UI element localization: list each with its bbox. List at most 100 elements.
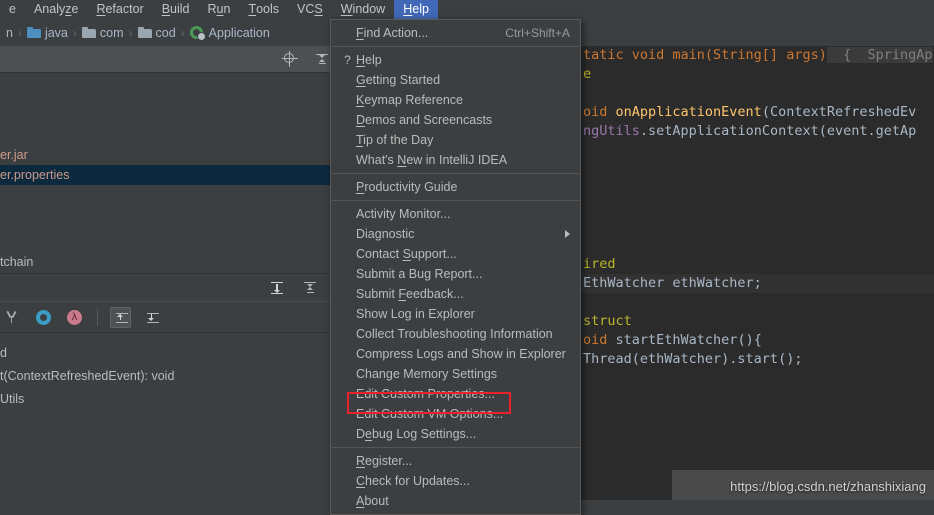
- menu-item-compress-logs-and-show-in-explorer[interactable]: Compress Logs and Show in Explorer: [331, 344, 580, 364]
- menubar-item-vcs[interactable]: VC S: [288, 0, 332, 19]
- breadcrumb-label: cod: [155, 25, 176, 40]
- menu-item-diagnostic[interactable]: Diagnostic: [331, 224, 580, 244]
- breadcrumb-separator: ›: [180, 25, 185, 40]
- menu-item-debug-log-settings[interactable]: Debug Log Settings...: [331, 424, 580, 444]
- breadcrumb-item-java[interactable]: java: [26, 26, 68, 40]
- menu-item-show-log-in-explorer[interactable]: Show Log in Explorer: [331, 304, 580, 324]
- project-panel-toolbar: [0, 46, 342, 73]
- code-editor[interactable]: tatic void main(String[] args) { SpringA…: [580, 46, 934, 500]
- menu-item-about[interactable]: About: [331, 491, 580, 511]
- structure-panel: tchain λ d t(ContextRefreshedEvent): voi…: [0, 251, 330, 500]
- menubar-item-refactor[interactable]: Refactor: [87, 0, 152, 19]
- menu-item-tip-of-the-day[interactable]: Tip of the Day: [331, 130, 580, 150]
- menu-item-label: What's New in IntelliJ IDEA: [356, 153, 508, 167]
- breadcrumb-separator: ›: [17, 25, 22, 40]
- menu-item-help[interactable]: ? Help: [331, 50, 580, 70]
- menu-item-label: Register...: [356, 454, 413, 468]
- menu-item-edit-custom-vm-options[interactable]: Edit Custom VM Options...: [331, 404, 580, 424]
- menu-item-label: Compress Logs and Show in Explorer: [356, 347, 566, 361]
- menu-item-activity-monitor[interactable]: Activity Monitor...: [331, 204, 580, 224]
- list-item[interactable]: er.properties: [0, 165, 330, 185]
- project-panel: er.jar er.properties: [0, 46, 342, 251]
- expand-all-icon[interactable]: [110, 306, 131, 328]
- menu-item-collect-troubleshooting-information[interactable]: Collect Troubleshooting Information: [331, 324, 580, 344]
- structure-panel-toolbar: λ: [0, 302, 330, 333]
- menu-item-submit-a-bug-report[interactable]: Submit a Bug Report...: [331, 264, 580, 284]
- menu-item-label: Edit Custom Properties...: [356, 387, 495, 401]
- menu-item-label: Check for Updates...: [356, 474, 470, 488]
- help-dropdown-menu[interactable]: Find Action... Ctrl+Shift+A ? Help Getting S…: [330, 19, 581, 515]
- structure-tree[interactable]: d t(ContextRefreshedEvent): void Utils: [0, 333, 330, 410]
- interface-icon[interactable]: [33, 307, 54, 328]
- menu-item-submit-feedback[interactable]: Submit Feedback...: [331, 284, 580, 304]
- code-line: oid onApplicationEvent(ContextRefreshedE…: [583, 104, 917, 120]
- menu-item-label: Show Log in Explorer: [356, 307, 475, 321]
- menu-item-label: Find Action...: [356, 26, 429, 40]
- menubar-item-tools[interactable]: Tools: [239, 0, 288, 19]
- code-line: tatic void main(String[] args) { SpringA…: [583, 47, 933, 63]
- lambda-icon[interactable]: λ: [64, 307, 85, 328]
- menu-item-keymap-reference[interactable]: Keymap Reference: [331, 90, 580, 110]
- menubar-item-run[interactable]: Run: [199, 0, 240, 19]
- chevron-right-icon: [565, 230, 570, 238]
- collapse-all-icon[interactable]: [302, 280, 318, 296]
- menu-item-label: Productivity Guide: [356, 180, 458, 194]
- menu-item-label: Contact Support...: [356, 247, 457, 261]
- list-item[interactable]: d: [0, 341, 330, 364]
- menu-item-label: Change Memory Settings: [356, 367, 498, 381]
- list-item[interactable]: Utils: [0, 387, 330, 410]
- menu-item-what-s-new-in-intellij-idea[interactable]: What's New in IntelliJ IDEA: [331, 150, 580, 170]
- project-tree[interactable]: er.jar er.properties: [0, 73, 330, 251]
- collapse-all-icon-2[interactable]: [141, 307, 162, 328]
- breadcrumb-item-n[interactable]: n: [2, 26, 13, 40]
- collapse-all-icon[interactable]: [314, 51, 330, 67]
- structure-panel-tab[interactable]: tchain: [0, 251, 330, 274]
- menu-item-label: Activity Monitor...: [356, 207, 451, 221]
- menu-item-edit-custom-properties[interactable]: Edit Custom Properties...: [331, 384, 580, 404]
- menu-item-check-for-updates[interactable]: Check for Updates...: [331, 471, 580, 491]
- menubar-item-analyze[interactable]: Analy z e: [25, 0, 87, 19]
- menu-item-find-action[interactable]: Find Action... Ctrl+Shift+A: [331, 23, 580, 43]
- folder-icon: [81, 27, 96, 38]
- folder-icon: [26, 27, 41, 38]
- menu-item-demos-and-screencasts[interactable]: Demos and Screencasts: [331, 110, 580, 130]
- target-crosshair-icon[interactable]: [282, 51, 298, 67]
- list-item[interactable]: er.jar: [0, 145, 330, 165]
- ide-window: e Analy z e Refactor Build Ru n Tools VC S Window He…: [0, 0, 934, 515]
- menu-item-productivity-guide[interactable]: Productivity Guide: [331, 177, 580, 197]
- breadcrumb-separator: ›: [72, 25, 77, 40]
- breadcrumb-label: com: [99, 25, 124, 40]
- breadcrumb-item-cod[interactable]: cod: [137, 25, 176, 40]
- show-inherited-icon[interactable]: [2, 307, 23, 328]
- menu-item-label: Getting Started: [356, 73, 441, 87]
- editor-code: tatic void main(String[] args) { SpringA…: [580, 46, 934, 369]
- menu-item-label: Collect Troubleshooting Information: [356, 327, 553, 341]
- menubar-item-help[interactable]: Help: [394, 0, 438, 19]
- breadcrumb-item-application[interactable]: Application: [189, 25, 270, 41]
- menu-item-label: Submit a Bug Report...: [356, 267, 483, 281]
- code-line: oid startEthWatcher(){: [583, 332, 762, 348]
- code-line: ired: [583, 256, 616, 272]
- sort-alpha-icon[interactable]: [270, 281, 284, 295]
- menu-item-label: Keymap Reference: [356, 93, 464, 107]
- list-item[interactable]: t(ContextRefreshedEvent): void: [0, 364, 330, 387]
- menubar-item-e[interactable]: e: [0, 0, 25, 19]
- structure-tab-label: tchain: [0, 255, 34, 269]
- menu-item-register[interactable]: Register...: [331, 451, 580, 471]
- menu-item-getting-started[interactable]: Getting Started: [331, 70, 580, 90]
- breadcrumb-item-com[interactable]: com: [81, 25, 124, 40]
- menubar-item-build[interactable]: Build: [153, 0, 199, 19]
- menu-item-contact-support[interactable]: Contact Support...: [331, 244, 580, 264]
- menu-separator: [332, 447, 579, 448]
- code-line: struct: [583, 313, 632, 329]
- menu-item-change-memory-settings[interactable]: Change Memory Settings: [331, 364, 580, 384]
- menubar-item-window[interactable]: Window: [332, 0, 394, 19]
- watermark-text: https://blog.csdn.net/zhanshixiang: [730, 479, 926, 494]
